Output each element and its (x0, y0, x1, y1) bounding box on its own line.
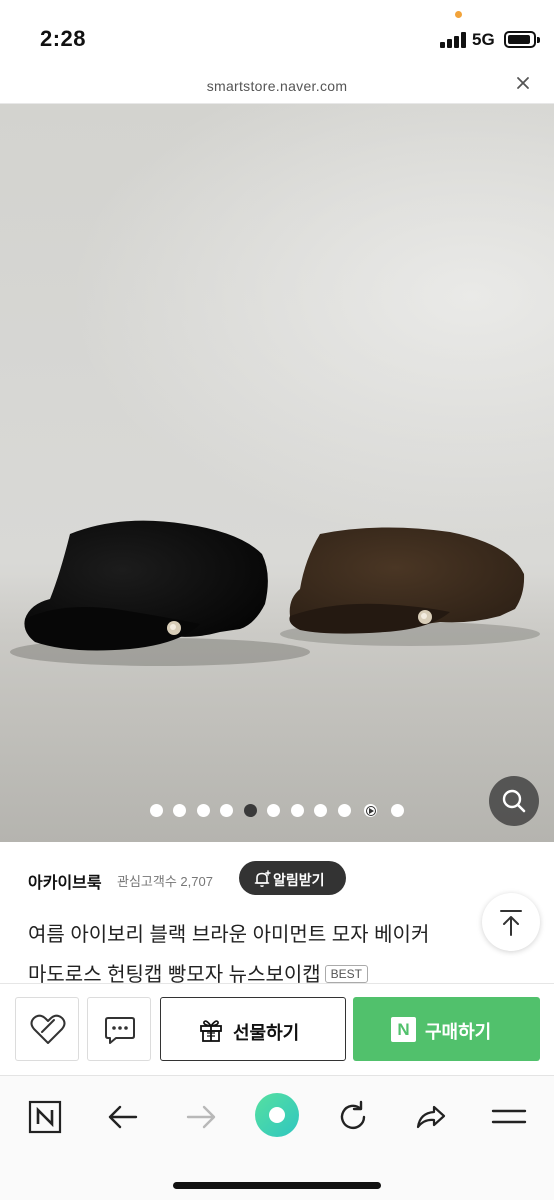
arrow-right-icon (186, 1105, 216, 1129)
gallery-dot[interactable] (314, 804, 327, 817)
talktalk-chat-button[interactable] (87, 997, 151, 1061)
status-bar: 2:28 5G (0, 0, 554, 72)
buy-button[interactable]: N 구매하기 (353, 997, 540, 1061)
arrow-left-icon (108, 1105, 138, 1129)
gallery-dot[interactable] (150, 804, 163, 817)
browser-bottom-nav (0, 1075, 554, 1200)
chat-bubble-icon (105, 1017, 135, 1044)
gift-button[interactable]: 선물하기 (160, 997, 346, 1061)
hamburger-menu-icon (491, 1109, 527, 1124)
heart-icon (30, 1014, 66, 1044)
back-button[interactable] (100, 1094, 146, 1140)
gallery-dot[interactable] (173, 804, 186, 817)
gallery-dot[interactable] (197, 804, 210, 817)
gallery-dot[interactable] (267, 804, 280, 817)
zoom-button[interactable] (489, 776, 539, 826)
naver-home-button[interactable] (22, 1094, 68, 1140)
battery-icon (504, 31, 540, 48)
gallery-pagination (0, 804, 554, 820)
gallery-dot[interactable] (391, 804, 404, 817)
magnifier-icon (502, 789, 526, 813)
refresh-icon (340, 1100, 366, 1130)
wishlist-button[interactable] (15, 997, 79, 1061)
naver-pay-logo: N (391, 1017, 416, 1042)
share-arrow-icon (416, 1105, 446, 1129)
gallery-dot[interactable] (220, 804, 233, 817)
status-time: 2:28 (40, 26, 87, 51)
forward-button[interactable] (178, 1094, 224, 1140)
green-dot-icon (255, 1093, 299, 1137)
menu-button[interactable] (486, 1094, 532, 1140)
alarm-button-label: 알림받기 (273, 872, 325, 888)
gallery-dot[interactable] (291, 804, 304, 817)
gift-button-label: 선물하기 (233, 1023, 300, 1043)
product-image-gallery[interactable] (0, 104, 554, 842)
network-type: 5G (472, 30, 495, 49)
refresh-button[interactable] (330, 1094, 376, 1140)
gallery-dot[interactable] (338, 804, 351, 817)
best-badge: BEST (324, 965, 369, 983)
gift-icon (198, 1017, 224, 1048)
product-title-line1: 여름 아이보리 블랙 브라운 아미먼트 모자 베이커 (28, 924, 430, 946)
naver-n-icon (28, 1100, 62, 1134)
store-name[interactable]: 아카이브룩 (28, 869, 102, 893)
url-text[interactable]: smartstore.naver.com (0, 78, 554, 94)
buy-button-label: 구매하기 (425, 1022, 492, 1042)
gallery-dot-active[interactable] (244, 804, 257, 817)
arrow-up-icon (500, 910, 522, 936)
privacy-indicator-dot (455, 11, 462, 18)
home-indicator (173, 1182, 381, 1189)
product-photo (10, 520, 540, 666)
notification-subscribe-button[interactable]: 알림받기 (239, 861, 346, 895)
video-play-icon[interactable] (364, 804, 377, 817)
scroll-to-top-button[interactable] (482, 893, 540, 951)
url-bar[interactable]: smartstore.naver.com (0, 72, 554, 104)
cellular-signal-icon (440, 32, 466, 48)
store-info: 아카이브룩 관심고객수 2,707 알림받기 (0, 842, 554, 914)
follower-count: 관심고객수 2,707 (117, 874, 213, 889)
green-dot-button[interactable] (254, 1092, 300, 1138)
purchase-action-bar: 선물하기 N 구매하기 (0, 983, 554, 1073)
share-button[interactable] (408, 1094, 454, 1140)
bell-plus-icon (253, 870, 271, 891)
close-icon[interactable] (514, 74, 532, 98)
